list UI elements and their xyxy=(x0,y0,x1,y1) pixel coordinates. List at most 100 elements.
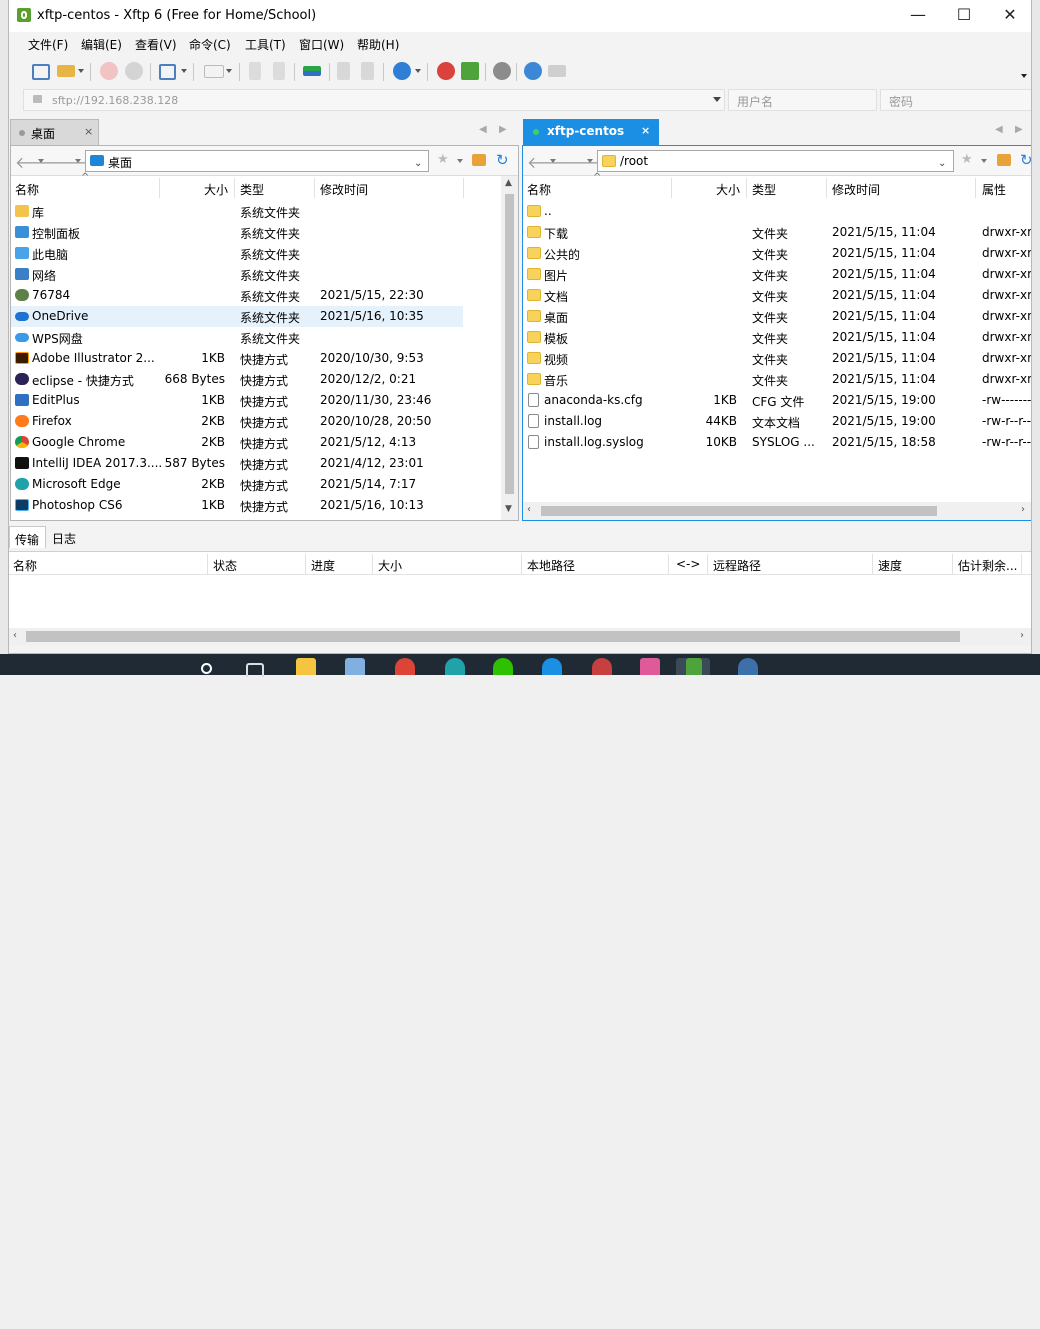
toolbar-overflow-icon[interactable] xyxy=(1021,74,1027,78)
column-divider[interactable] xyxy=(746,178,747,198)
table-row[interactable]: .. xyxy=(523,201,1031,222)
scroll-down-icon[interactable]: ▼ xyxy=(505,504,512,514)
table-row[interactable]: install.log 44KB 文本文档 2021/5/15, 19:00 -… xyxy=(523,411,1031,432)
menu-edit[interactable]: 编辑(E) xyxy=(81,36,122,53)
address-dropdown-icon[interactable] xyxy=(713,97,721,102)
wechat-icon[interactable] xyxy=(493,658,513,675)
scroll-left-icon[interactable]: ‹ xyxy=(527,504,531,515)
menu-file[interactable]: 文件(F) xyxy=(28,36,68,53)
table-row[interactable]: 此电脑 系统文件夹 xyxy=(11,243,500,264)
layout-icon[interactable] xyxy=(204,65,224,78)
layout-dropdown-icon[interactable] xyxy=(226,69,232,73)
tab-close-icon[interactable]: × xyxy=(84,125,93,138)
copy-icon[interactable] xyxy=(337,62,350,80)
table-row[interactable]: install.log.syslog 10KB SYSLOG ... 2021/… xyxy=(523,432,1031,453)
xftp-icon[interactable] xyxy=(461,62,479,80)
home-folder-icon[interactable] xyxy=(472,154,486,166)
path-dropdown-icon[interactable]: ⌄ xyxy=(938,158,946,169)
column-size[interactable]: 大小 xyxy=(378,557,402,574)
table-row[interactable]: Google Chrome 2KB 快捷方式 2021/5/12, 4:13 xyxy=(11,432,500,453)
chrome-taskbar-icon[interactable] xyxy=(395,658,415,675)
column-direction[interactable]: <-> xyxy=(676,557,700,571)
upload-icon[interactable] xyxy=(249,62,261,80)
column-divider[interactable] xyxy=(1021,554,1022,574)
column-divider[interactable] xyxy=(707,554,708,574)
refresh-icon[interactable]: ↻ xyxy=(496,151,509,169)
scrollbar-thumb[interactable] xyxy=(26,631,960,642)
column-divider[interactable] xyxy=(372,554,373,574)
table-row[interactable]: 音乐 文件夹 2021/5/15, 11:04 drwxr-xr-x xyxy=(523,369,1031,390)
table-row[interactable]: 库 系统文件夹 xyxy=(11,201,500,222)
table-row[interactable]: OneDrive 系统文件夹 2021/5/16, 10:35 xyxy=(11,306,463,327)
column-divider[interactable] xyxy=(234,178,235,198)
column-divider[interactable] xyxy=(671,178,672,198)
tab-close-icon[interactable]: × xyxy=(641,124,650,137)
column-type[interactable]: 类型 xyxy=(752,181,776,198)
minimize-button[interactable]: — xyxy=(895,0,941,32)
favorite-dropdown-icon[interactable] xyxy=(457,159,463,163)
app-icon[interactable] xyxy=(738,658,758,675)
table-row[interactable]: eclipse - 快捷方式 668 Bytes 快捷方式 2020/12/2,… xyxy=(11,369,500,390)
column-divider[interactable] xyxy=(207,554,208,574)
back-dropdown-icon[interactable] xyxy=(550,159,556,163)
tab-remote-xftp-centos[interactable]: xftp-centos × xyxy=(523,119,659,145)
download-icon[interactable] xyxy=(273,62,285,80)
paste-icon[interactable] xyxy=(361,62,374,80)
scrollbar-thumb[interactable] xyxy=(541,506,937,516)
refresh-icon[interactable]: ↻ xyxy=(1020,151,1031,169)
app-icon[interactable] xyxy=(345,658,365,675)
open-folder-icon[interactable] xyxy=(57,65,75,77)
remote-horizontal-scrollbar[interactable]: ‹ › xyxy=(523,502,1031,520)
column-mtime[interactable]: 修改时间 xyxy=(320,181,368,198)
close-button[interactable]: ✕ xyxy=(987,0,1031,32)
xshell-taskbar-icon[interactable] xyxy=(592,658,612,675)
menu-help[interactable]: 帮助(H) xyxy=(357,36,399,53)
table-row[interactable]: EditPlus 1KB 快捷方式 2020/11/30, 23:46 xyxy=(11,390,500,411)
back-dropdown-icon[interactable] xyxy=(38,159,44,163)
table-row[interactable]: 网络 系统文件夹 xyxy=(11,264,500,285)
host-address-bar[interactable]: sftp://192.168.238.128 xyxy=(23,89,725,111)
reconnect-icon[interactable] xyxy=(125,62,143,80)
path-dropdown-icon[interactable]: ⌄ xyxy=(414,158,422,169)
table-row[interactable]: 下载 文件夹 2021/5/15, 11:04 drwxr-xr-x xyxy=(523,222,1031,243)
tab-scroll-right-icon[interactable]: ▶ xyxy=(1015,124,1023,135)
table-row[interactable]: 控制面板 系统文件夹 xyxy=(11,222,500,243)
column-name[interactable]: 名称 xyxy=(527,181,551,198)
k-app-icon[interactable] xyxy=(542,658,562,675)
back-arrow-icon[interactable]: 🡐 xyxy=(527,152,570,172)
column-remaining[interactable]: 估计剩余... xyxy=(958,557,1017,574)
column-remote-path[interactable]: 远程路径 xyxy=(713,557,761,574)
maximize-button[interactable]: ☐ xyxy=(941,0,987,32)
favorite-star-icon[interactable]: ★ xyxy=(961,152,973,167)
new-window-icon[interactable] xyxy=(159,64,176,80)
column-local-path[interactable]: 本地路径 xyxy=(527,557,575,574)
column-divider[interactable] xyxy=(314,178,315,198)
column-speed[interactable]: 速度 xyxy=(878,557,902,574)
tab-scroll-right-icon[interactable]: ▶ xyxy=(499,124,507,135)
table-row[interactable]: 视频 文件夹 2021/5/15, 11:04 drwxr-xr-x xyxy=(523,348,1031,369)
column-progress[interactable]: 进度 xyxy=(311,557,335,574)
file-explorer-icon[interactable] xyxy=(296,658,316,675)
tab-transfer[interactable]: 传输 xyxy=(9,526,46,548)
menu-tools[interactable]: 工具(T) xyxy=(245,36,286,53)
menu-window[interactable]: 窗口(W) xyxy=(299,36,344,53)
table-row[interactable]: WPS网盘 系统文件夹 xyxy=(11,327,500,348)
local-vertical-scrollbar[interactable]: ▲ ▼ xyxy=(501,176,518,520)
table-row[interactable]: IntelliJ IDEA 2017.3.... 587 Bytes 快捷方式 … xyxy=(11,453,500,474)
scrollbar-thumb[interactable] xyxy=(505,194,514,494)
column-divider[interactable] xyxy=(668,554,669,574)
column-attributes[interactable]: 属性 xyxy=(982,181,1006,198)
xshell-icon[interactable] xyxy=(437,62,455,80)
globe-icon[interactable] xyxy=(393,62,411,80)
tab-scroll-left-icon[interactable]: ◀ xyxy=(479,124,487,135)
help-icon[interactable] xyxy=(524,62,542,80)
column-size[interactable]: 大小 xyxy=(204,181,228,198)
remote-path-field[interactable]: /root ⌄ xyxy=(597,150,954,172)
tab-log[interactable]: 日志 xyxy=(52,526,76,548)
gear-icon[interactable] xyxy=(493,62,511,80)
column-divider[interactable] xyxy=(826,178,827,198)
xftp-taskbar-icon[interactable] xyxy=(686,658,702,675)
column-status[interactable]: 状态 xyxy=(213,557,237,574)
menu-command[interactable]: 命令(C) xyxy=(189,36,231,53)
table-row[interactable]: Firefox 2KB 快捷方式 2020/10/28, 20:50 xyxy=(11,411,500,432)
